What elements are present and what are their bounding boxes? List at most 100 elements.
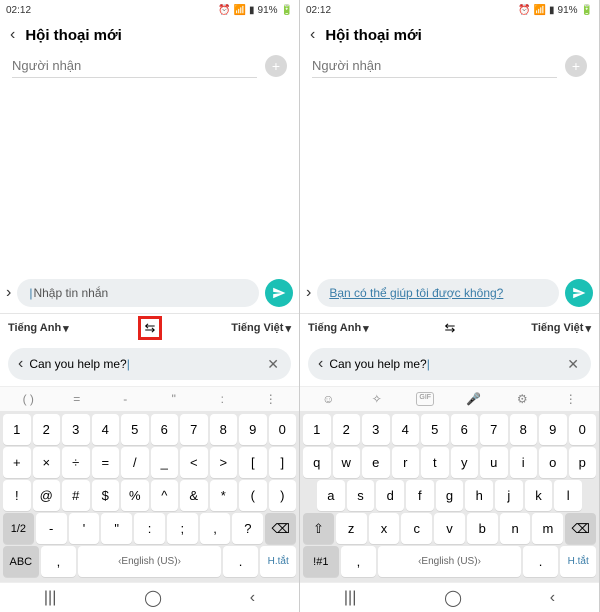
key[interactable]: @	[33, 480, 61, 511]
key[interactable]: 3	[362, 414, 390, 445]
add-recipient-button[interactable]: +	[565, 55, 587, 77]
sugg-item[interactable]: ( )	[19, 392, 37, 406]
sticker-icon[interactable]: ✧	[368, 392, 386, 406]
back-icon[interactable]: ‹	[10, 26, 15, 44]
key[interactable]: t	[421, 447, 449, 478]
key-mode[interactable]: ABC	[3, 546, 39, 577]
expand-icon[interactable]: ›	[6, 284, 11, 302]
more-icon[interactable]: ⋮	[562, 392, 580, 406]
key[interactable]: g	[436, 480, 464, 511]
key[interactable]: r	[392, 447, 420, 478]
more-icon[interactable]: ⋮	[262, 392, 280, 406]
key[interactable]: (	[239, 480, 267, 511]
key[interactable]: q	[303, 447, 331, 478]
key[interactable]: *	[210, 480, 238, 511]
key[interactable]: 3	[62, 414, 90, 445]
source-language[interactable]: Tiếng Anh▾	[308, 322, 369, 335]
key[interactable]: 7	[180, 414, 208, 445]
key[interactable]: <	[180, 447, 208, 478]
key[interactable]: 8	[210, 414, 238, 445]
key[interactable]: -	[36, 513, 67, 544]
key[interactable]: 8	[510, 414, 538, 445]
shortcut-key[interactable]: H.tắt	[560, 546, 596, 577]
expand-icon[interactable]: ›	[306, 284, 311, 302]
key-dot[interactable]: .	[223, 546, 259, 577]
key[interactable]: d	[376, 480, 404, 511]
key[interactable]: 4	[92, 414, 120, 445]
key[interactable]: 7	[480, 414, 508, 445]
key[interactable]: w	[333, 447, 361, 478]
source-language[interactable]: Tiếng Anh▾	[8, 322, 69, 335]
key[interactable]: ]	[269, 447, 297, 478]
mic-icon[interactable]: 🎤	[465, 392, 483, 406]
backspace-key[interactable]: ⌫	[265, 513, 296, 544]
key[interactable]: k	[525, 480, 553, 511]
key-comma[interactable]: ,	[41, 546, 77, 577]
key[interactable]: +	[3, 447, 31, 478]
back-icon[interactable]: ‹	[310, 26, 315, 44]
shortcut-key[interactable]: H.tắt	[260, 546, 296, 577]
key[interactable]: 4	[392, 414, 420, 445]
translate-input[interactable]: ‹ Can you help me?| ✕	[8, 348, 291, 380]
key[interactable]: 5	[421, 414, 449, 445]
emoji-icon[interactable]: ☺	[319, 392, 337, 406]
home-icon[interactable]: ◯	[144, 588, 162, 608]
back-icon[interactable]: ‹	[318, 355, 323, 373]
key[interactable]: 0	[569, 414, 597, 445]
key-mode[interactable]: !#1	[303, 546, 339, 577]
clear-icon[interactable]: ✕	[267, 356, 281, 373]
swap-languages-button[interactable]: ⇆	[140, 318, 161, 338]
key[interactable]: 6	[151, 414, 179, 445]
key[interactable]: :	[134, 513, 165, 544]
key[interactable]: s	[347, 480, 375, 511]
message-input[interactable]: Bạn có thể giúp tôi được không?	[317, 279, 559, 307]
key[interactable]: b	[467, 513, 498, 544]
key[interactable]: l	[554, 480, 582, 511]
key[interactable]: 2	[33, 414, 61, 445]
key[interactable]: v	[434, 513, 465, 544]
home-icon[interactable]: ◯	[444, 588, 462, 608]
key[interactable]: ?	[232, 513, 263, 544]
key[interactable]: 1	[3, 414, 31, 445]
key[interactable]: 9	[239, 414, 267, 445]
sugg-item[interactable]: =	[68, 392, 86, 406]
sugg-item[interactable]: :	[213, 392, 231, 406]
key[interactable]: j	[495, 480, 523, 511]
spacebar[interactable]: ‹ English (US) ›	[78, 546, 221, 577]
key[interactable]: ;	[167, 513, 198, 544]
key[interactable]: i	[510, 447, 538, 478]
key[interactable]: >	[210, 447, 238, 478]
key[interactable]: 2	[333, 414, 361, 445]
gif-icon[interactable]: GIF	[416, 392, 434, 406]
key-page[interactable]: 1/2	[3, 513, 34, 544]
key[interactable]: )	[269, 480, 297, 511]
back-icon[interactable]: ‹	[18, 355, 23, 373]
sugg-item[interactable]: -	[116, 392, 134, 406]
key[interactable]: e	[362, 447, 390, 478]
key[interactable]: "	[101, 513, 132, 544]
key[interactable]: [	[239, 447, 267, 478]
key[interactable]: ×	[33, 447, 61, 478]
key[interactable]: 1	[303, 414, 331, 445]
key[interactable]: y	[451, 447, 479, 478]
key[interactable]: c	[401, 513, 432, 544]
key[interactable]: #	[62, 480, 90, 511]
key[interactable]: !	[3, 480, 31, 511]
message-input[interactable]: | Nhập tin nhắn	[17, 279, 259, 307]
key[interactable]: 6	[451, 414, 479, 445]
sugg-item[interactable]: "	[165, 392, 183, 406]
recents-icon[interactable]: |||	[44, 589, 56, 607]
key[interactable]: n	[500, 513, 531, 544]
shift-key[interactable]: ⇧	[303, 513, 334, 544]
key[interactable]: m	[532, 513, 563, 544]
spacebar[interactable]: ‹ English (US) ›	[378, 546, 521, 577]
key[interactable]: u	[480, 447, 508, 478]
back-nav-icon[interactable]: ‹	[250, 589, 255, 607]
key[interactable]: 0	[269, 414, 297, 445]
key[interactable]: '	[69, 513, 100, 544]
key[interactable]: x	[369, 513, 400, 544]
translate-input[interactable]: ‹ Can you help me?| ✕	[308, 348, 591, 380]
swap-languages-button[interactable]: ⇆	[440, 318, 461, 338]
key[interactable]: 9	[539, 414, 567, 445]
key[interactable]: p	[569, 447, 597, 478]
